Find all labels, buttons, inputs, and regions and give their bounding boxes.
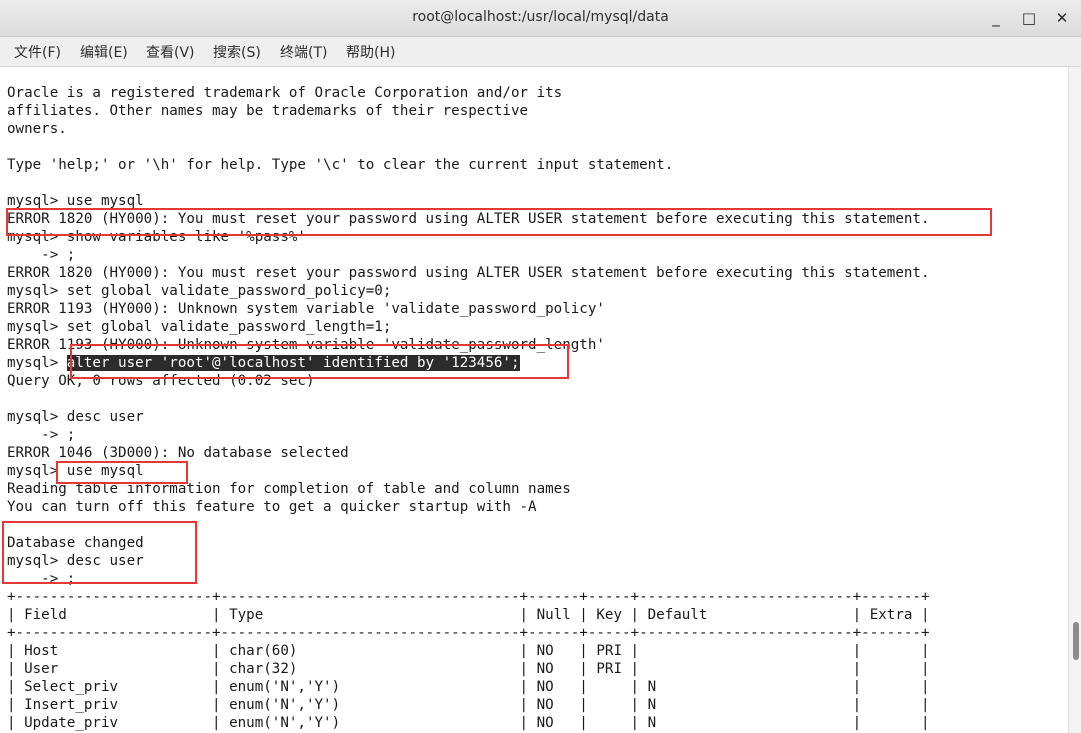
menu-file[interactable]: 文件(F) — [14, 42, 61, 62]
table-row: | Host | char(60) | NO | PRI | | | — [7, 643, 930, 659]
terminal-line: Type 'help;' or '\h' for help. Type '\c'… — [7, 157, 674, 173]
terminal-line: Database changed — [7, 535, 144, 551]
menu-search[interactable]: 搜索(S) — [213, 42, 261, 62]
terminal-line: -> ; — [7, 247, 76, 263]
close-icon[interactable]: ✕ — [1050, 6, 1074, 30]
terminal-line: ERROR 1820 (HY000): You must reset your … — [7, 211, 930, 227]
terminal-line: mysql> alter user 'root'@'localhost' ide… — [7, 354, 520, 372]
terminal-line: Reading table information for completion… — [7, 481, 571, 497]
menu-terminal[interactable]: 终端(T) — [280, 42, 327, 62]
minimize-icon[interactable]: _ — [984, 6, 1008, 30]
terminal-line: owners. — [7, 121, 67, 137]
terminal-line: mysql> set global validate_password_poli… — [7, 283, 392, 299]
table-row: | Update_priv | enum('N','Y') | NO | | N… — [7, 715, 930, 731]
terminal-line: ERROR 1820 (HY000): You must reset your … — [7, 265, 930, 281]
terminal-scrollbar[interactable] — [1068, 67, 1081, 733]
terminal-line: ERROR 1046 (3D000): No database selected — [7, 445, 349, 461]
window-titlebar[interactable]: root@localhost:/usr/local/mysql/data _ □… — [0, 0, 1081, 37]
terminal-line: -> ; — [7, 427, 76, 443]
menu-edit[interactable]: 编辑(E) — [80, 42, 128, 62]
terminal-line: mysql> desc user — [7, 553, 144, 569]
selected-command[interactable]: alter user 'root'@'localhost' identified… — [66, 355, 520, 371]
prompt-text: mysql> — [7, 355, 67, 371]
terminal-line: -> ; — [7, 571, 76, 587]
terminal-line: mysql> use mysql — [7, 193, 144, 209]
terminal-line: Oracle is a registered trademark of Orac… — [7, 85, 563, 101]
terminal-line: You can turn off this feature to get a q… — [7, 499, 537, 515]
table-row: | Insert_priv | enum('N','Y') | NO | | N… — [7, 697, 930, 713]
table-border: +-----------------------+---------------… — [7, 625, 930, 641]
terminal-line: mysql> set global validate_password_leng… — [7, 319, 392, 335]
table-row: | Select_priv | enum('N','Y') | NO | | N… — [7, 679, 930, 695]
terminal-line: affiliates. Other names may be trademark… — [7, 103, 529, 119]
table-border: +-----------------------+---------------… — [7, 589, 930, 605]
window-title: root@localhost:/usr/local/mysql/data — [412, 9, 669, 25]
menu-help[interactable]: 帮助(H) — [346, 42, 395, 62]
terminal-line: mysql> show variables like '%pass%' — [7, 229, 306, 245]
maximize-icon[interactable]: □ — [1017, 6, 1041, 30]
table-header: | Field | Type | Null | Key | Default | … — [7, 607, 930, 623]
terminal-line: ERROR 1193 (HY000): Unknown system varia… — [7, 337, 605, 353]
terminal-line: ERROR 1193 (HY000): Unknown system varia… — [7, 301, 605, 317]
table-row: | User | char(32) | NO | PRI | | | — [7, 661, 930, 677]
terminal-line: Query OK, 0 rows affected (0.02 sec) — [7, 373, 315, 389]
terminal-line: mysql> desc user — [7, 409, 144, 425]
menu-view[interactable]: 查看(V) — [146, 42, 195, 62]
terminal-line: mysql> use mysql — [7, 463, 144, 479]
scrollbar-thumb[interactable] — [1073, 622, 1079, 660]
menu-bar: 文件(F) 编辑(E) 查看(V) 搜索(S) 终端(T) 帮助(H) — [0, 37, 1081, 67]
terminal-output[interactable]: Oracle is a registered trademark of Orac… — [0, 67, 1068, 733]
